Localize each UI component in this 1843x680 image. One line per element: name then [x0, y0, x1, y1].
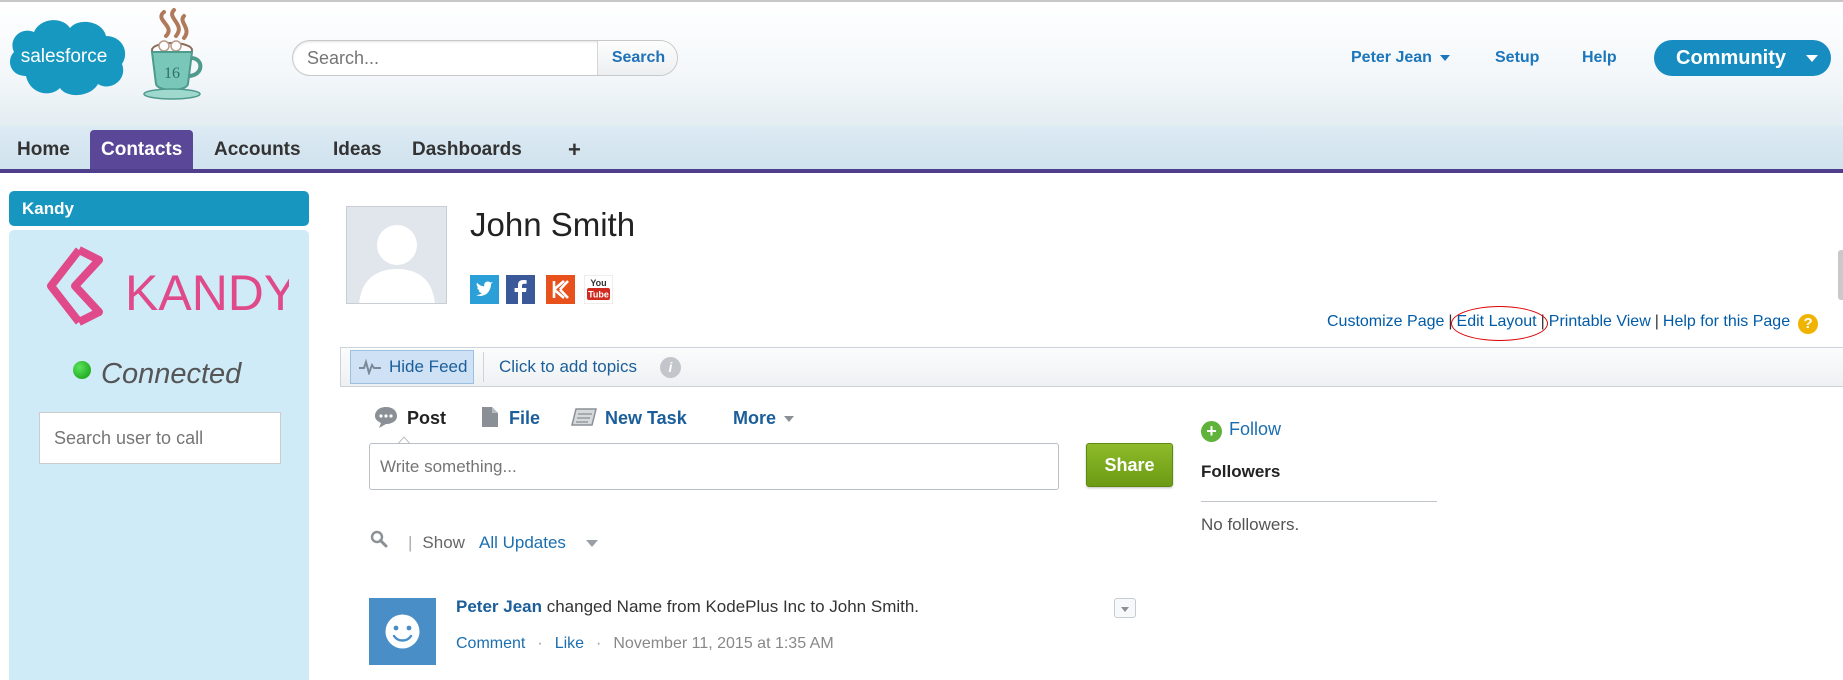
global-header: salesforce 16 Search Peter Jean Setup He…	[0, 0, 1843, 126]
tab-contacts[interactable]: Contacts	[90, 130, 194, 169]
global-search: Search	[292, 40, 678, 76]
feed-filter: | Show	[408, 533, 465, 552]
new-task-tab[interactable]: New Task	[605, 408, 687, 429]
feed-item-body: changed Name from KodePlus Inc to John S…	[542, 597, 920, 616]
dreamforce-cup-icon: 16	[143, 8, 203, 100]
add-tab-button[interactable]: +	[557, 130, 592, 169]
kandy-logo: KANDY.	[47, 246, 289, 326]
followers-divider	[1201, 501, 1437, 502]
avatar[interactable]	[369, 598, 436, 665]
info-icon[interactable]: i	[660, 357, 681, 378]
setup-link[interactable]: Setup	[1495, 49, 1539, 67]
comment-link[interactable]: Comment	[456, 635, 525, 652]
search-user-to-call-input[interactable]	[39, 412, 281, 464]
hide-feed-label: Hide Feed	[389, 357, 468, 376]
follow-button[interactable]: + Follow	[1201, 419, 1281, 442]
search-button[interactable]: Search	[597, 41, 677, 75]
chevron-down-icon	[784, 416, 795, 423]
like-link[interactable]: Like	[555, 635, 584, 652]
twitter-icon[interactable]	[470, 275, 499, 304]
tab-home[interactable]: Home	[6, 130, 81, 169]
tab-bar: Home Contacts Accounts Ideas Dashboards …	[0, 126, 1843, 173]
feed-toolbar: Hide Feed Click to add topics i	[340, 347, 1843, 387]
klout-icon[interactable]	[546, 275, 575, 304]
svg-text:KANDY.: KANDY.	[125, 265, 289, 321]
show-label: Show	[422, 533, 465, 552]
search-input[interactable]	[293, 41, 596, 75]
file-tab[interactable]: File	[509, 408, 540, 429]
status-label: Connected	[101, 358, 242, 390]
activity-pulse-icon	[359, 359, 381, 375]
edit-layout-link[interactable]: Edit Layout	[1457, 313, 1537, 330]
plus-icon: +	[1201, 421, 1222, 442]
page-links: Customize Page | Edit Layout | Printable Vie…	[1327, 313, 1819, 334]
tab-accounts[interactable]: Accounts	[203, 130, 312, 169]
community-menu-button[interactable]: Community	[1654, 40, 1831, 76]
speech-bubble-icon	[375, 407, 397, 428]
community-label: Community	[1676, 47, 1786, 69]
file-icon	[482, 407, 498, 427]
follow-label: Follow	[1229, 419, 1282, 439]
share-button[interactable]: Share	[1086, 443, 1173, 487]
chevron-down-icon[interactable]	[586, 540, 598, 547]
printable-view-link[interactable]: Printable View	[1549, 313, 1651, 330]
status-online-icon	[73, 361, 91, 380]
more-label: More	[733, 408, 777, 428]
feed-filter-dropdown[interactable]: All Updates	[479, 533, 566, 553]
svg-text:You: You	[590, 278, 606, 288]
kandy-sidebar: KANDY. Connected	[9, 230, 309, 680]
tab-ideas[interactable]: Ideas	[322, 130, 393, 169]
smiley-avatar-icon	[385, 614, 420, 649]
followers-heading: Followers	[1201, 462, 1281, 481]
add-topics-link[interactable]: Click to add topics	[499, 357, 637, 377]
search-feed-icon[interactable]	[370, 530, 388, 548]
no-followers-text: No followers.	[1201, 515, 1300, 534]
customize-page-link[interactable]: Customize Page	[1327, 313, 1444, 330]
help-link[interactable]: Help	[1582, 49, 1617, 67]
youtube-icon[interactable]: You Tube	[584, 275, 613, 304]
svg-text:salesforce: salesforce	[21, 46, 108, 67]
feed-item-author[interactable]: Peter Jean	[456, 597, 542, 616]
person-placeholder-icon	[359, 225, 435, 303]
help-for-page-link[interactable]: Help for this Page	[1663, 313, 1790, 330]
post-tab[interactable]: Post	[407, 408, 446, 429]
facebook-icon[interactable]	[506, 275, 535, 304]
user-menu-label: Peter Jean	[1351, 49, 1432, 66]
toolbar-divider	[483, 352, 484, 382]
chevron-down-icon	[1439, 54, 1450, 61]
help-question-icon[interactable]: ?	[1798, 314, 1819, 334]
contact-photo[interactable]	[346, 206, 447, 304]
task-icon	[571, 408, 597, 426]
feed-item-menu-button[interactable]	[1114, 598, 1136, 618]
feed-item-text: Peter Jean changed Name from KodePlus In…	[456, 597, 919, 617]
post-input[interactable]	[369, 443, 1059, 490]
chevron-down-icon	[1806, 55, 1818, 62]
feed-item-timestamp[interactable]: November 11, 2015 at 1:35 AM	[613, 635, 833, 652]
salesforce-logo[interactable]: salesforce	[6, 14, 128, 98]
feed-item-actions: Comment · Like · November 11, 2015 at 1:35 A…	[456, 635, 834, 652]
svg-text:16: 16	[164, 65, 180, 82]
scrollbar-handle[interactable]	[1838, 250, 1843, 300]
tab-dashboards[interactable]: Dashboards	[401, 130, 533, 169]
more-tab[interactable]: More	[733, 408, 795, 429]
connection-status: Connected	[73, 358, 241, 391]
user-menu[interactable]: Peter Jean	[1351, 49, 1450, 67]
contact-name: John Smith	[470, 206, 636, 243]
svg-text:Tube: Tube	[588, 290, 609, 300]
kandy-sidebar-header: Kandy	[9, 191, 309, 226]
hide-feed-button[interactable]: Hide Feed	[350, 350, 474, 384]
